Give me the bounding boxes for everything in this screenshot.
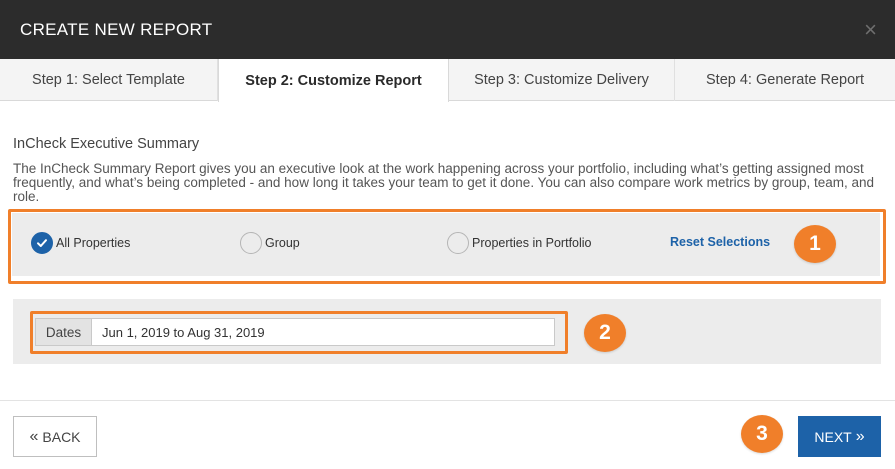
double-chevron-left-icon: « (29, 427, 39, 445)
back-button-label: BACK (42, 428, 81, 445)
unchecked-radio-icon (447, 232, 469, 254)
checked-radio-icon (31, 232, 53, 254)
tab-customize-delivery[interactable]: Step 3: Customize Delivery (449, 59, 675, 101)
dialog-header: CREATE NEW REPORT × (0, 0, 895, 59)
reset-selections-link[interactable]: Reset Selections (670, 235, 770, 249)
radio-all-properties[interactable]: All Properties (31, 232, 130, 254)
dates-label: Dates (35, 318, 91, 346)
footer-divider (0, 400, 895, 401)
tab-select-template[interactable]: Step 1: Select Template (0, 59, 218, 101)
next-button[interactable]: NEXT » (798, 416, 881, 457)
double-chevron-right-icon: » (855, 427, 865, 445)
report-description: The InCheck Summary Report gives you an … (13, 161, 874, 204)
tab-generate-report[interactable]: Step 4: Generate Report (675, 59, 895, 101)
back-button[interactable]: « BACK (13, 416, 97, 457)
step-badge-2: 2 (584, 314, 626, 352)
tab-customize-report[interactable]: Step 2: Customize Report (218, 59, 449, 102)
radio-properties-in-portfolio[interactable]: Properties in Portfolio (447, 232, 592, 254)
next-button-label: NEXT (814, 428, 852, 445)
step-tabs: Step 1: Select Template Step 2: Customiz… (0, 59, 895, 102)
radio-group[interactable]: Group (240, 232, 300, 254)
dates-input[interactable] (91, 318, 555, 346)
step-badge-3: 3 (741, 415, 783, 453)
radio-label: All Properties (56, 236, 131, 250)
radio-label: Properties in Portfolio (472, 236, 592, 250)
report-title: InCheck Executive Summary (13, 136, 200, 152)
radio-label: Group (265, 236, 300, 250)
step-badge-1: 1 (794, 225, 836, 263)
dialog-title: CREATE NEW REPORT (20, 19, 213, 39)
unchecked-radio-icon (240, 232, 262, 254)
close-icon[interactable]: × (864, 18, 877, 41)
